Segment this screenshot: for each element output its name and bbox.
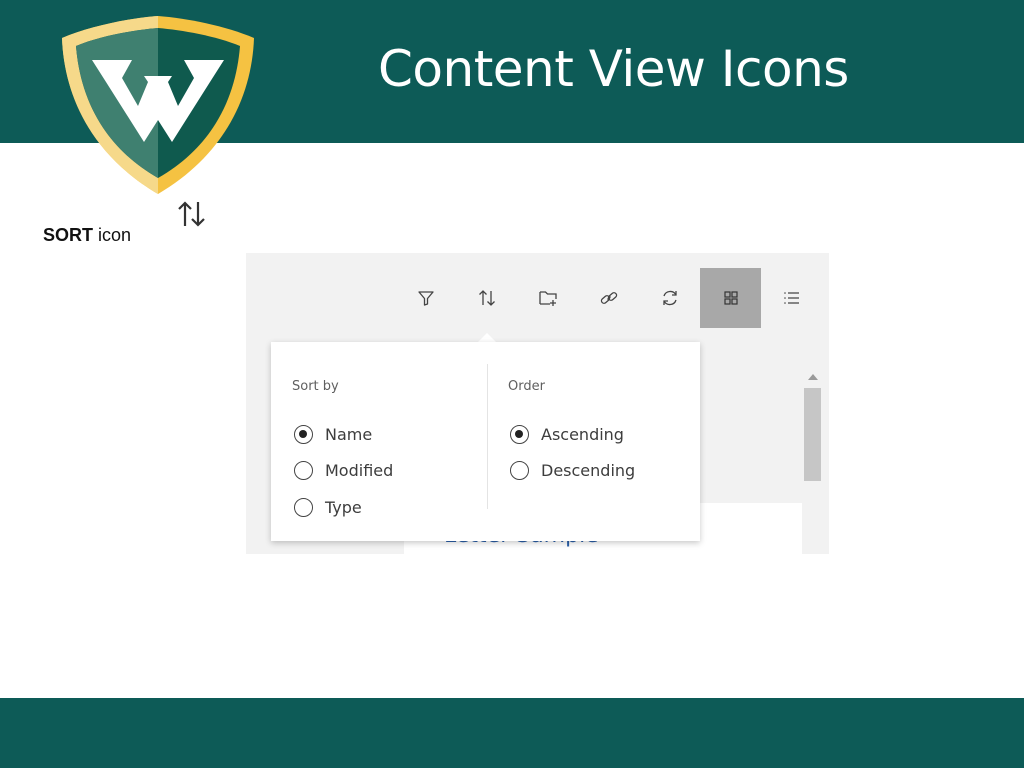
sort-button[interactable] bbox=[456, 268, 517, 328]
order-ascending-option[interactable]: Ascending bbox=[510, 421, 624, 447]
university-shield-logo bbox=[62, 16, 254, 194]
footer-band bbox=[0, 698, 1024, 768]
sort-by-name-option[interactable]: Name bbox=[294, 421, 372, 447]
filter-button[interactable] bbox=[395, 268, 456, 328]
filter-icon bbox=[417, 291, 434, 306]
popover-divider bbox=[487, 364, 488, 509]
sort-by-type-option[interactable]: Type bbox=[294, 494, 362, 520]
radio-label: Name bbox=[325, 424, 373, 444]
radio-label: Type bbox=[325, 497, 362, 517]
sort-icon-caption: SORT icon bbox=[43, 225, 131, 246]
list-icon bbox=[783, 292, 799, 304]
sort-by-modified-option[interactable]: Modified bbox=[294, 457, 393, 483]
link-button[interactable] bbox=[578, 268, 639, 328]
folder-add-icon bbox=[538, 291, 557, 306]
sort-icon-large bbox=[178, 201, 205, 227]
radio-label: Modified bbox=[325, 460, 394, 480]
refresh-icon bbox=[662, 290, 677, 306]
scrollbar-thumb[interactable] bbox=[804, 388, 821, 481]
refresh-button[interactable] bbox=[639, 268, 700, 328]
radio-button[interactable] bbox=[510, 460, 529, 480]
radio-button[interactable] bbox=[294, 460, 313, 480]
radio-label: Ascending bbox=[541, 424, 624, 444]
caption-bold: SORT bbox=[43, 225, 94, 245]
sort-icon bbox=[478, 290, 495, 306]
order-descending-option[interactable]: Descending bbox=[510, 457, 635, 483]
radio-label: Descending bbox=[541, 460, 636, 480]
sort-popover: Sort by Name Modified Type Order Ascendi… bbox=[271, 342, 700, 541]
radio-button[interactable] bbox=[294, 424, 313, 444]
radio-button[interactable] bbox=[294, 497, 313, 517]
list-view-button[interactable] bbox=[761, 268, 822, 328]
radio-button[interactable] bbox=[510, 424, 529, 444]
link-icon bbox=[600, 292, 617, 304]
grid-icon bbox=[723, 291, 738, 305]
sort-by-heading: Sort by bbox=[292, 379, 339, 394]
scroll-up-arrow-icon[interactable] bbox=[808, 374, 818, 380]
new-folder-button[interactable] bbox=[517, 268, 578, 328]
grid-view-button[interactable] bbox=[700, 268, 761, 328]
order-heading: Order bbox=[508, 379, 545, 394]
slide-title: Content View Icons bbox=[378, 40, 849, 98]
caption-text: icon bbox=[93, 225, 132, 245]
